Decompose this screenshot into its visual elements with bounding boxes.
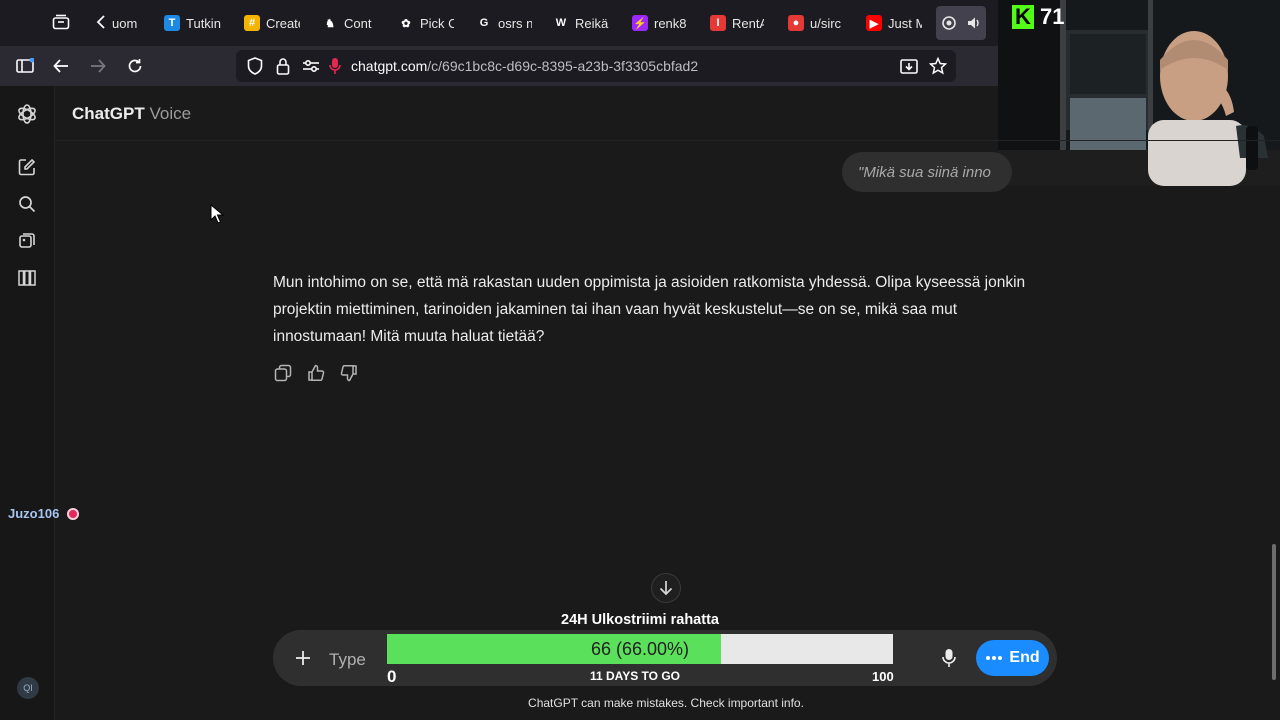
tab-favicon-icon: ♞ <box>325 17 335 30</box>
tab-manager-icon[interactable] <box>50 12 72 32</box>
url-bar[interactable]: chatgpt.com/c/69c1bc8c-d69c-8395-a23b-3f… <box>236 50 956 82</box>
message-input[interactable] <box>327 648 391 672</box>
library-icon[interactable] <box>15 229 39 253</box>
disclaimer: ChatGPT can make mistakes. Check importa… <box>528 696 804 710</box>
thumbs-down-icon[interactable] <box>338 362 360 384</box>
tab-favicon-icon: T <box>164 15 180 31</box>
browser-tab[interactable]: W Reikä <box>553 10 611 36</box>
browser-tab-label: Create <box>266 15 300 31</box>
browser-tab-label: u/sirc <box>810 15 842 31</box>
user-message: "Mikä sua siinä inno <box>842 152 1012 192</box>
browser-tab-label: uom <box>112 15 138 31</box>
browser-tab-label: Just M <box>888 15 922 31</box>
chatgpt-favicon-icon <box>942 16 956 30</box>
browser-tab[interactable]: uom <box>112 10 144 36</box>
browser-toolbar: chatgpt.com/c/69c1bc8c-d69c-8395-a23b-3f… <box>0 46 1000 86</box>
tab-favicon-icon: ✿ <box>401 17 411 30</box>
end-voice-button[interactable]: End <box>976 640 1049 676</box>
back-icon[interactable] <box>50 56 72 76</box>
page-title[interactable]: ChatGPT Voice <box>72 104 191 124</box>
goal-days-left: 11 DAYS TO GO <box>589 669 681 683</box>
qi-badge[interactable]: QI <box>17 677 39 699</box>
chat-username: Juzo106 <box>8 506 60 521</box>
browser-tab-label: Pick C <box>420 15 454 31</box>
microphone-button[interactable] <box>937 646 961 670</box>
reload-icon[interactable] <box>124 56 146 76</box>
tab-favicon-icon: I <box>710 15 726 31</box>
search-icon[interactable] <box>15 192 39 216</box>
copy-icon[interactable] <box>272 362 294 384</box>
microphone-icon <box>942 649 956 667</box>
openai-logo-icon[interactable] <box>15 102 39 126</box>
tab-favicon-icon: W <box>555 17 567 29</box>
browser-tab-label: RentA <box>732 15 764 31</box>
browser-tab-label: Reikä <box>575 15 609 31</box>
microphone-in-use-icon[interactable] <box>324 56 346 76</box>
url-text: chatgpt.com/c/69c1bc8c-d69c-8395-a23b-3f… <box>351 58 699 74</box>
new-chat-icon[interactable] <box>15 155 39 179</box>
browser-tab[interactable]: ▶ Just M <box>866 10 922 36</box>
tracking-shield-icon[interactable] <box>244 56 266 76</box>
end-label: End <box>1009 649 1040 666</box>
tab-scroll-left-icon[interactable] <box>90 12 112 32</box>
tab-favicon-icon: G <box>479 17 489 29</box>
add-attachment-button[interactable] <box>291 646 315 670</box>
stream-chat-user: Juzo106 <box>8 506 80 521</box>
permissions-icon[interactable] <box>300 56 322 76</box>
browser-tab[interactable]: ✿ Pick C <box>398 10 454 36</box>
mouse-cursor-icon <box>210 204 224 224</box>
forward-icon[interactable] <box>87 56 109 76</box>
kick-logo-icon: K <box>1012 5 1034 29</box>
gpts-icon[interactable] <box>15 266 39 290</box>
lock-icon[interactable] <box>272 56 294 76</box>
browser-tab-label: Tutkin <box>186 15 221 31</box>
active-tab[interactable] <box>936 6 986 40</box>
browser-tab-label: osrs n <box>498 15 532 31</box>
goal-min: 0 <box>387 667 397 686</box>
bookmark-star-icon[interactable] <box>927 56 949 76</box>
scrollbar[interactable] <box>1272 544 1276 680</box>
header-divider <box>54 140 1280 141</box>
kick-viewer-counter: K 71 <box>1012 4 1064 30</box>
plus-icon <box>296 651 310 665</box>
tab-favicon-icon: ⚡ <box>632 15 648 31</box>
browser-tab-label: Conta <box>344 15 372 31</box>
thumbs-up-icon[interactable] <box>305 362 327 384</box>
tab-favicon-icon: ▶ <box>866 15 882 31</box>
sidebar-toggle-icon[interactable] <box>14 56 36 76</box>
assistant-message: Mun intohimo on se, että mä rakastan uud… <box>273 274 1026 345</box>
tab-favicon-icon: ● <box>788 15 804 31</box>
subscriber-badge-icon <box>67 507 80 520</box>
speaker-icon <box>968 17 979 29</box>
scroll-to-bottom-button[interactable] <box>651 573 681 603</box>
browser-tab[interactable]: ♞ Conta <box>322 10 372 36</box>
browser-tab[interactable]: ⚡ renk8 <box>632 10 686 36</box>
browser-tab[interactable]: # Create <box>244 10 300 36</box>
browser-tab[interactable]: I RentA <box>710 10 764 36</box>
tab-favicon-icon: # <box>244 15 260 31</box>
goal-max: 100 <box>872 669 894 684</box>
browser-tab[interactable]: Gosrs n <box>476 10 532 36</box>
browser-tab[interactable]: T Tutkin <box>164 10 224 36</box>
viewer-count: 71 <box>1040 4 1065 29</box>
goal-value: 66 (66.00%) <box>590 639 690 659</box>
browser-tab-label: renk8 <box>654 15 686 31</box>
chatgpt-sidebar <box>0 86 55 720</box>
dots-icon <box>986 656 1003 660</box>
browser-tab[interactable]: ● u/sirc <box>788 10 846 36</box>
goal-title: 24H Ulkostriimi rahatta <box>561 612 719 628</box>
arrow-down-icon <box>659 581 673 596</box>
install-app-icon[interactable] <box>898 56 920 76</box>
goal-progress-bar: 66 (66.00%) <box>387 634 893 664</box>
